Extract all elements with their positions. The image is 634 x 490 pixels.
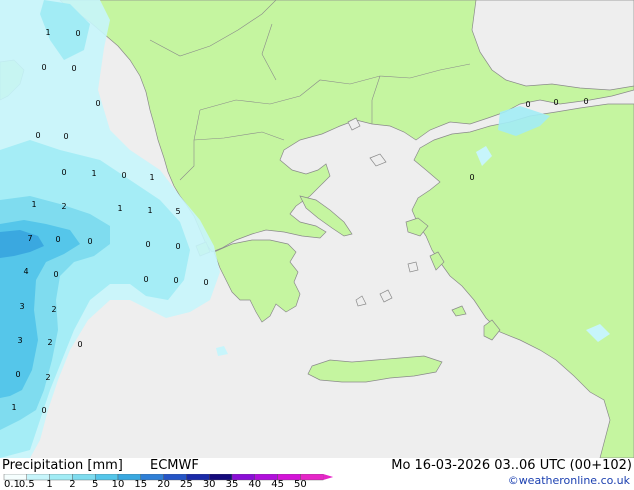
map-value-label: 1	[117, 204, 122, 213]
map-value-label: 3	[19, 302, 24, 311]
map-value-label: 1	[31, 200, 36, 209]
map-value-label: 3	[17, 336, 22, 345]
map-value-label: 0	[143, 275, 148, 284]
map-value-label: 0	[583, 97, 588, 106]
map-value-label: 2	[45, 373, 50, 382]
map-value-label: 0	[175, 242, 180, 251]
precipitation-map: 1 0 0 0 0 0 0 0 1 0 1 1 2 1 1 5 7 0 0 4 0 0 0 3 2 3 2 0 0 2 1 0 0 0 0 0 0 0 0	[0, 0, 634, 458]
color-scale-tick: 35	[225, 479, 239, 490]
map-value-label: 0	[35, 131, 40, 140]
map-value-label: 2	[51, 305, 56, 314]
color-scale-tick: 20	[157, 479, 170, 490]
map-value-label: 0	[95, 99, 100, 108]
map-value-label: 0	[15, 370, 20, 379]
map-value-label: 1	[149, 173, 154, 182]
map-value-label: 0	[53, 270, 58, 279]
color-scale-tick: 50	[294, 479, 307, 490]
color-scale-tick: 25	[180, 479, 193, 490]
map-value-label: 0	[61, 168, 66, 177]
model-name: ECMWF	[150, 458, 199, 473]
map-value-label: 0	[71, 64, 76, 73]
map-value-label: 0	[145, 240, 150, 249]
color-scale-tick: 15	[134, 479, 148, 490]
legend-bar-area: Precipitation [mm] ECMWF Mo 16-03-2026 0…	[0, 458, 634, 490]
map-value-label: 0	[87, 237, 92, 246]
map-value-label: 1	[45, 28, 50, 37]
map-value-label: 0	[203, 278, 208, 287]
map-value-label: 5	[175, 207, 180, 216]
color-scale-tick: 5	[92, 479, 99, 490]
color-scale-tick: 0.5	[18, 479, 35, 490]
valid-time: Mo 16-03-2026 03..06 UTC (00+102)	[391, 458, 632, 473]
credit-link[interactable]: ©weatheronline.co.uk	[508, 474, 630, 487]
map-value-label: 0	[77, 340, 82, 349]
color-scale-tick: 0.1	[4, 479, 20, 490]
map-value-label: 0	[553, 98, 558, 107]
map-value-label: 0	[75, 29, 80, 38]
map-value-label: 0	[525, 100, 530, 109]
color-scale-tick: 2	[69, 479, 76, 490]
map-title: Precipitation [mm]	[2, 458, 123, 473]
map-value-label: 4	[23, 267, 28, 276]
color-scale-tick: 45	[271, 479, 284, 490]
color-scale-arrow	[323, 474, 334, 480]
map-value-label: 0	[121, 171, 126, 180]
map-value-label: 0	[41, 406, 46, 415]
map-value-label: 0	[41, 63, 46, 72]
map-value-label: 2	[47, 338, 52, 347]
color-scale-tick: 10	[111, 479, 125, 490]
color-scale-tick: 1	[46, 479, 53, 490]
land-cyclades-3	[407, 261, 419, 273]
map-value-label: 7	[27, 234, 32, 243]
map-value-label: 0	[55, 235, 60, 244]
map-value-label: 0	[173, 276, 178, 285]
map-value-label: 0	[469, 173, 474, 182]
map-value-label: 1	[91, 169, 96, 178]
map-value-label: 2	[61, 202, 66, 211]
color-scale-tick: 30	[202, 479, 216, 490]
map-value-label: 1	[11, 403, 16, 412]
map-value-label: 0	[63, 132, 68, 141]
color-scale-tick: 40	[248, 479, 262, 490]
map-value-label: 1	[147, 206, 152, 215]
